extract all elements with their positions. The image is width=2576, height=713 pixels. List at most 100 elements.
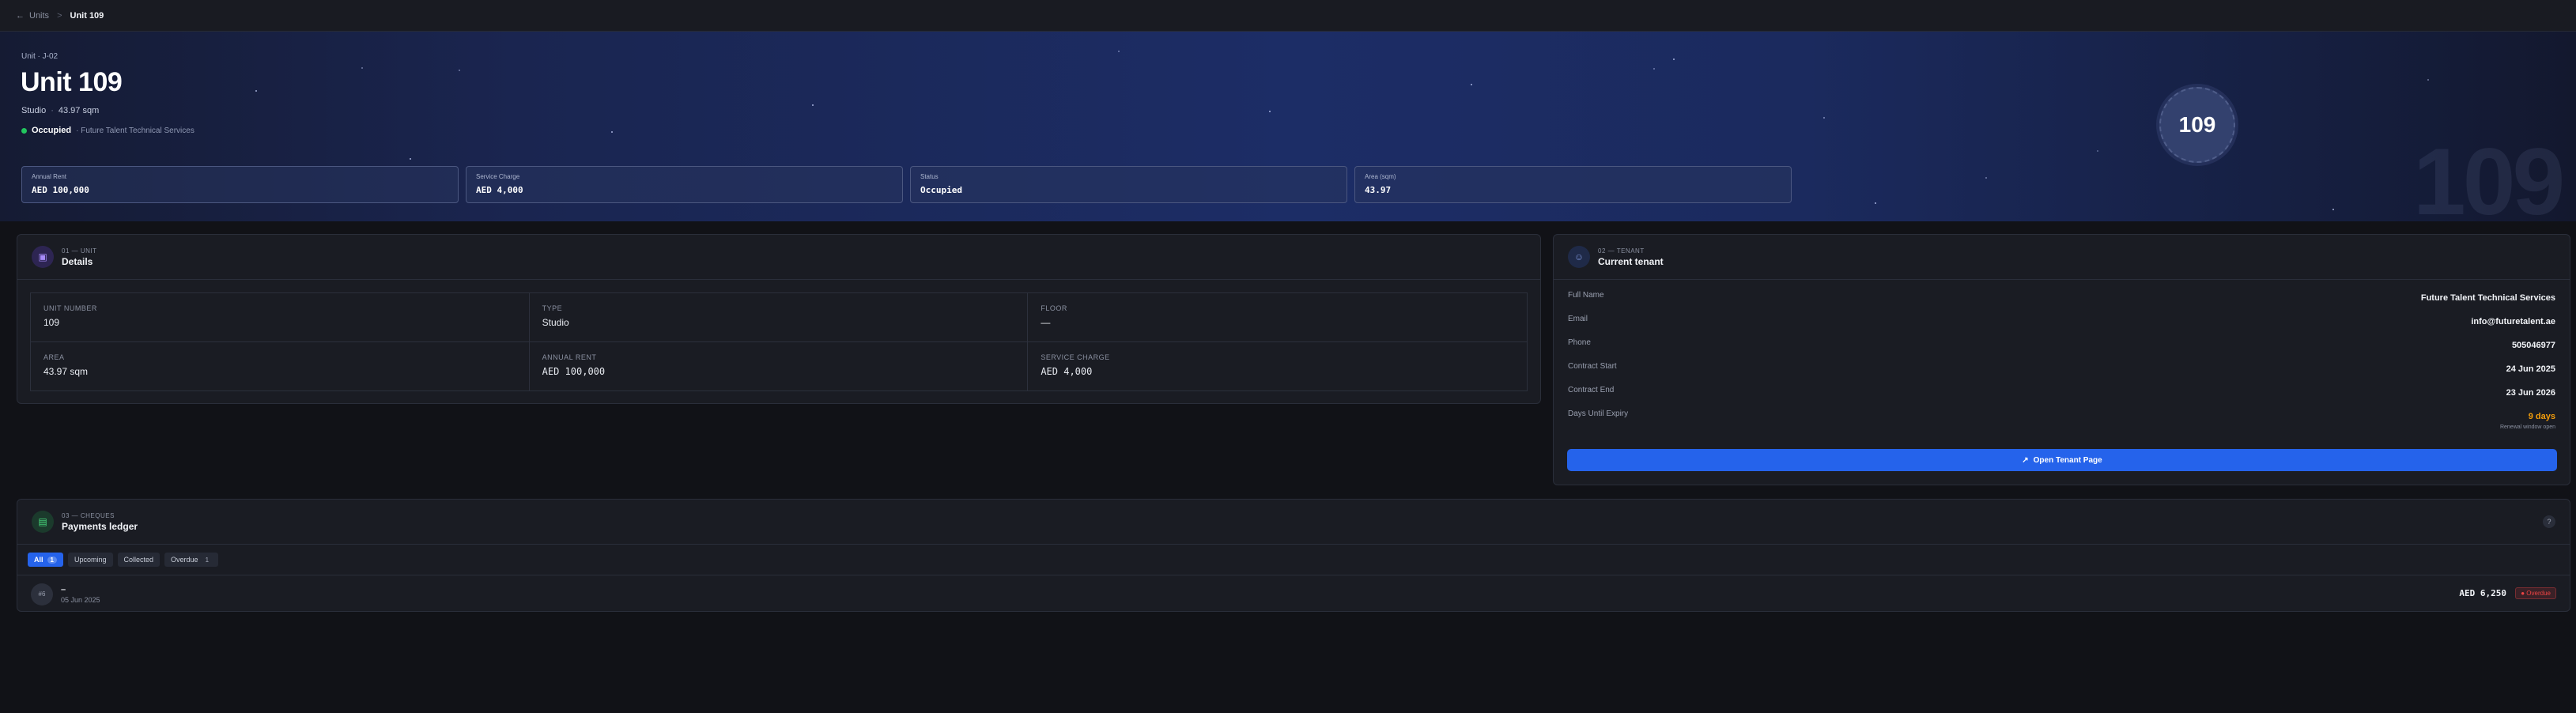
star-decoration [459, 70, 460, 71]
detail-type: TYPE Studio [529, 293, 1029, 342]
tenant-card-header: ☺ 02 — TENANT Current tenant [1554, 235, 2570, 280]
detail-label: ANNUAL RENT [542, 353, 597, 361]
status-dot-icon [21, 127, 27, 134]
tenant-row-phone: Phone 505046977 [1554, 334, 2570, 357]
tenant-name: · Future Talent Technical Services [76, 126, 195, 135]
star-decoration [1985, 177, 1987, 179]
status-label: Occupied [32, 126, 72, 135]
detail-area: AREA 43.97 sqm [31, 341, 530, 390]
filter-label: Collected [123, 556, 154, 564]
ledger-title: Payments ledger [62, 520, 138, 532]
filter-upcoming[interactable]: Upcoming [67, 553, 113, 567]
stat-label: Service Charge [476, 173, 520, 180]
payments-ledger-card: ▤ 03 — CHEQUES Payments ledger ? All 1 U… [17, 499, 2570, 612]
open-tenant-page-button[interactable]: ↗ Open Tenant Page [1567, 449, 2557, 471]
stat-annual-rent: Annual Rent AED 100,000 [21, 166, 459, 203]
payment-row[interactable]: #6 – 05 Jun 2025 AED 6,250 ● Overdue [17, 575, 2570, 613]
unit-number-badge: 109 [2159, 87, 2235, 163]
stat-status: Status Occupied [910, 166, 1347, 203]
star-decoration [410, 158, 411, 160]
breadcrumb-current: Unit 109 [70, 10, 104, 21]
tenant-rows: Full Name Future Talent Technical Servic… [1554, 280, 2570, 433]
tenant-row-value: 24 Jun 2025 [2506, 364, 2555, 374]
stat-area: Area (sqm) 43.97 [1354, 166, 1792, 203]
tenant-row-value-wrap: 9 days Renewal window open [2500, 405, 2555, 430]
stat-label: Status [920, 173, 939, 180]
building-icon: ▣ [32, 246, 54, 268]
stat-label: Annual Rent [32, 173, 67, 180]
detail-value: 109 [43, 317, 60, 328]
unit-subinfo: Studio · 43.97 sqm [21, 106, 99, 115]
tenant-row-value: 505046977 [2511, 341, 2555, 350]
stat-service-charge: Service Charge AED 4,000 [466, 166, 903, 203]
tenant-row-label: Contract End [1568, 386, 1615, 394]
star-decoration [1118, 51, 1120, 52]
details-card-header: ▣ 01 — UNIT Details [17, 235, 1540, 280]
detail-service-charge: SERVICE CHARGE AED 4,000 [1028, 342, 1527, 391]
star-decoration [611, 131, 613, 133]
unit-watermark: 109 [2413, 129, 2565, 221]
detail-value: 43.97 sqm [43, 365, 89, 377]
detail-value: AED 4,000 [1041, 365, 1093, 377]
detail-label: TYPE [542, 304, 563, 312]
detail-label: FLOOR [1041, 304, 1067, 312]
star-decoration [812, 104, 814, 106]
cheque-icon: ▤ [32, 511, 54, 533]
days-until-expiry-value: 9 days [2528, 412, 2555, 421]
detail-label: UNIT NUMBER [43, 304, 97, 312]
tenant-row-value: info@futuretalent.ae [2471, 317, 2555, 326]
filter-count: 1 [47, 556, 57, 564]
star-decoration [2427, 79, 2429, 81]
filter-all[interactable]: All 1 [28, 553, 63, 567]
ledger-filters: All 1 Upcoming Collected Overdue 1 [17, 545, 2570, 575]
details-card: ▣ 01 — UNIT Details UNIT NUMBER 109 TYPE… [17, 234, 1541, 404]
tenant-row-label: Phone [1568, 338, 1591, 347]
details-grid: UNIT NUMBER 109 TYPE Studio FLOOR — AREA… [30, 292, 1528, 391]
star-decoration [2332, 209, 2334, 210]
payment-reference: – [61, 584, 66, 594]
tenant-row-label: Email [1568, 315, 1588, 323]
detail-value: Studio [542, 317, 569, 328]
payment-amount: AED 6,250 [2459, 588, 2506, 598]
tenant-card: ☺ 02 — TENANT Current tenant Full Name F… [1553, 234, 2570, 485]
tenant-title: Current tenant [1598, 255, 1664, 267]
payment-info: – 05 Jun 2025 [61, 585, 100, 604]
tenant-row-days-until-expiry: Days Until Expiry 9 days Renewal window … [1554, 405, 2570, 433]
ledger-card-header: ▤ 03 — CHEQUES Payments ledger [17, 500, 2570, 545]
cheque-number-avatar: #6 [31, 583, 53, 605]
star-decoration [1823, 117, 1825, 119]
detail-floor: FLOOR — [1028, 293, 1527, 342]
star-decoration [1673, 58, 1675, 60]
filter-count: 1 [205, 556, 210, 564]
unit-area: 43.97 sqm [58, 106, 100, 115]
star-decoration [1875, 202, 1876, 204]
ledger-kicker: 03 — CHEQUES [62, 511, 115, 519]
stat-value: Occupied [920, 185, 962, 195]
details-title: Details [62, 255, 93, 267]
filter-overdue[interactable]: Overdue 1 [164, 553, 219, 567]
tenant-row-value: 23 Jun 2026 [2506, 388, 2555, 398]
stats-row: Annual Rent AED 100,000 Service Charge A… [21, 166, 1792, 203]
unit-crumb: Unit · J-02 [21, 52, 59, 61]
subinfo-separator: · [51, 106, 54, 115]
filter-collected[interactable]: Collected [117, 553, 161, 567]
tenant-row-label: Days Until Expiry [1568, 409, 1629, 418]
detail-value: AED 100,000 [542, 365, 606, 377]
filter-label: Upcoming [74, 556, 107, 564]
tenant-row-label: Contract Start [1568, 362, 1617, 371]
star-decoration [1653, 68, 1655, 70]
detail-value: — [1041, 317, 1051, 328]
open-tenant-page-label: Open Tenant Page [2033, 455, 2102, 465]
tenant-row-label: Full Name [1568, 291, 1604, 300]
star-decoration [2097, 150, 2098, 152]
filter-label: Overdue [171, 556, 198, 564]
unit-type: Studio [21, 106, 47, 115]
arrow-left-icon: ← [16, 10, 25, 21]
back-link[interactable]: ← Units [16, 11, 49, 21]
tenant-row-email: Email info@futuretalent.ae [1554, 310, 2570, 334]
breadcrumb-separator: > [57, 10, 62, 21]
help-icon[interactable]: ? [2543, 515, 2555, 528]
stat-label: Area (sqm) [1365, 173, 1396, 180]
status-line: Occupied · Future Talent Technical Servi… [21, 126, 195, 135]
hero-banner: Unit · J-02 Unit 109 Studio · 43.97 sqm … [0, 32, 2576, 221]
